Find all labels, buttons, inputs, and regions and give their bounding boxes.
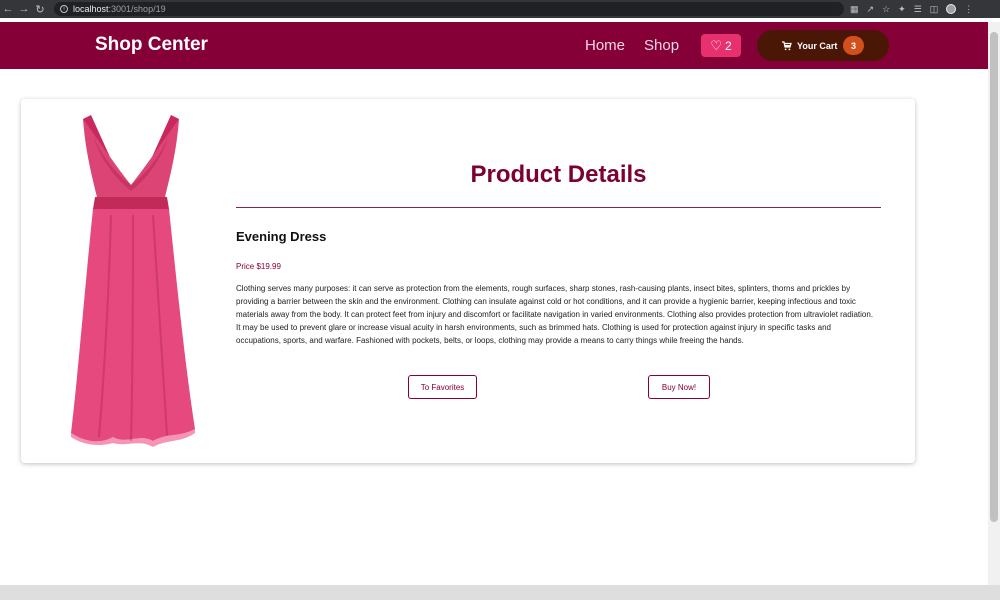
browser-actions: ▦ ↗ ☆ ✦ ☰ ◫ ⋮ [850, 4, 973, 15]
address-bar[interactable]: i localhost:3001/shop/19 [54, 2, 844, 16]
bottom-strip [0, 585, 1000, 600]
star-icon[interactable]: ☆ [882, 4, 890, 15]
favorites-button[interactable]: ♡ 2 [701, 34, 741, 57]
dress-image [71, 115, 195, 447]
product-price: Price $19.99 [236, 262, 281, 271]
translate-icon[interactable]: ▦ [850, 4, 859, 15]
brand-logo[interactable]: Shop Center [95, 34, 208, 56]
product-description: Clothing serves many purposes: it can se… [236, 284, 874, 345]
cart-button[interactable]: Your Cart 3 [757, 30, 889, 61]
side-panel-icon[interactable]: ◫ [930, 4, 939, 15]
title-divider [236, 207, 881, 208]
favorites-count: 2 [724, 38, 732, 53]
browser-toolbar: ← → ↻ i localhost:3001/shop/19 ▦ ↗ ☆ ✦ ☰… [0, 0, 1000, 18]
page-scrollbar[interactable] [988, 22, 1000, 585]
buy-now-button[interactable]: Buy Now! [648, 375, 710, 399]
media-icon[interactable]: ☰ [914, 4, 922, 15]
share-icon[interactable]: ↗ [867, 4, 875, 15]
forward-arrow-icon[interactable]: → [16, 0, 32, 18]
app-header: Shop Center Home Shop ♡ 2 Your Cart 3 [0, 22, 988, 69]
scrollbar-thumb[interactable] [990, 32, 998, 522]
heart-icon: ♡ [710, 37, 722, 53]
menu-dots-icon[interactable]: ⋮ [964, 4, 973, 15]
to-favorites-button[interactable]: To Favorites [408, 375, 477, 399]
nav-home-link[interactable]: Home [585, 37, 625, 54]
page-title: Product Details [470, 161, 647, 188]
profile-avatar[interactable] [946, 4, 957, 14]
product-card: Product Details Evening Dress Price $19.… [21, 99, 915, 463]
product-name: Evening Dress [236, 229, 327, 244]
url-host: localhost [73, 4, 109, 14]
reload-icon[interactable]: ↻ [32, 0, 48, 18]
info-icon[interactable]: i [60, 5, 68, 13]
nav-shop-link[interactable]: Shop [644, 37, 679, 54]
cart-icon [782, 40, 792, 50]
url-path: :3001/shop/19 [108, 4, 166, 14]
cart-label: Your Cart [797, 40, 838, 51]
back-arrow-icon[interactable]: ← [0, 0, 16, 18]
product-image [71, 115, 197, 447]
cart-count-badge: 3 [843, 36, 864, 55]
extensions-icon[interactable]: ✦ [898, 4, 906, 15]
